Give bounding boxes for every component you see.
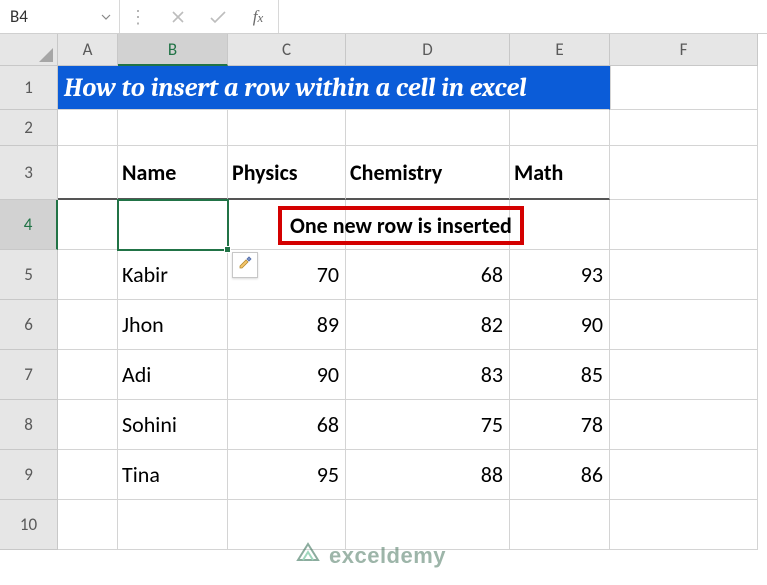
cell[interactable]: 85	[510, 350, 610, 400]
cell[interactable]	[610, 350, 758, 400]
cell[interactable]	[58, 250, 118, 300]
cell[interactable]: 90	[510, 300, 610, 350]
cell[interactable]	[58, 110, 118, 146]
cell[interactable]	[58, 146, 118, 200]
name-box-value: B4	[10, 6, 28, 27]
table-row: Jhon 89 82 90	[58, 300, 758, 350]
table-row: Sohini 68 75 78	[58, 400, 758, 450]
check-icon	[209, 9, 227, 25]
cell[interactable]: 93	[510, 250, 610, 300]
cell[interactable]	[510, 200, 610, 250]
cell[interactable]: Jhon	[118, 300, 228, 350]
cell[interactable]: 82	[346, 300, 510, 350]
formula-bar-grip: ⋮	[120, 0, 158, 33]
column-headers: A B C D E F	[58, 34, 758, 66]
paintbrush-icon	[237, 255, 253, 276]
insert-options-button[interactable]	[232, 252, 258, 278]
cell[interactable]	[610, 200, 758, 250]
cell[interactable]: 86	[510, 450, 610, 500]
cell[interactable]: 95	[228, 450, 346, 500]
cell[interactable]	[610, 300, 758, 350]
watermark: exceldemy	[295, 540, 446, 571]
cell[interactable]: 68	[228, 400, 346, 450]
cell[interactable]	[346, 110, 510, 146]
cell[interactable]	[610, 110, 758, 146]
row-header[interactable]: 9	[0, 450, 58, 500]
cell[interactable]	[610, 500, 758, 550]
row-header[interactable]: 5	[0, 250, 58, 300]
cell[interactable]	[58, 300, 118, 350]
cell[interactable]	[610, 146, 758, 200]
row-header[interactable]: 1	[0, 66, 58, 110]
cell[interactable]	[610, 66, 758, 110]
cell[interactable]: 75	[346, 400, 510, 450]
row-header[interactable]: 2	[0, 110, 58, 146]
cell[interactable]	[118, 500, 228, 550]
cancel-button	[158, 0, 198, 33]
cell[interactable]	[58, 350, 118, 400]
table-row: Kabir 70 68 93	[58, 250, 758, 300]
header-cell[interactable]: Math	[510, 146, 610, 200]
cell[interactable]	[58, 200, 118, 250]
cell[interactable]: Tina	[118, 450, 228, 500]
title-cell[interactable]: How to insert a row within a cell in exc…	[58, 66, 610, 110]
cell[interactable]	[610, 250, 758, 300]
cell[interactable]	[118, 200, 228, 250]
cell[interactable]: 68	[346, 250, 510, 300]
cell[interactable]	[610, 400, 758, 450]
cell[interactable]	[58, 500, 118, 550]
row-header[interactable]: 4	[0, 200, 58, 250]
chevron-down-icon[interactable]	[101, 12, 111, 22]
enter-button	[198, 0, 238, 33]
header-cell[interactable]: Name	[118, 146, 228, 200]
table-row: How to insert a row within a cell in exc…	[58, 66, 758, 110]
select-all-button[interactable]	[0, 34, 58, 66]
cell[interactable]	[58, 400, 118, 450]
insert-function-button[interactable]: fx	[238, 0, 278, 33]
cell[interactable]	[118, 110, 228, 146]
name-box[interactable]: B4	[0, 0, 120, 33]
cell[interactable]: Adi	[118, 350, 228, 400]
column-header[interactable]: E	[510, 34, 610, 66]
table-row: Adi 90 83 85	[58, 350, 758, 400]
row-header[interactable]: 10	[0, 500, 58, 550]
fx-icon: fx	[253, 7, 264, 27]
row-header[interactable]: 7	[0, 350, 58, 400]
cell[interactable]	[228, 110, 346, 146]
column-header[interactable]: F	[610, 34, 758, 66]
row-header[interactable]: 3	[0, 146, 58, 200]
cell[interactable]: 90	[228, 350, 346, 400]
cell[interactable]: Kabir	[118, 250, 228, 300]
cell[interactable]	[510, 110, 610, 146]
row-header[interactable]: 8	[0, 400, 58, 450]
column-header[interactable]: C	[228, 34, 346, 66]
column-header[interactable]: A	[58, 34, 118, 66]
table-row: Tina 95 88 86	[58, 450, 758, 500]
column-header[interactable]: D	[346, 34, 510, 66]
cell[interactable]	[510, 500, 610, 550]
cell[interactable]	[58, 450, 118, 500]
logo-icon	[295, 540, 321, 571]
cell[interactable]	[610, 450, 758, 500]
watermark-text: exceldemy	[329, 543, 446, 569]
row-header[interactable]: 6	[0, 300, 58, 350]
header-cell[interactable]: Physics	[228, 146, 346, 200]
cell[interactable]: Sohini	[118, 400, 228, 450]
cell[interactable]: 83	[346, 350, 510, 400]
table-row	[58, 110, 758, 146]
column-header[interactable]: B	[118, 34, 228, 66]
formula-bar: B4 ⋮ fx	[0, 0, 767, 34]
cell[interactable]: 89	[228, 300, 346, 350]
formula-input[interactable]	[278, 0, 767, 33]
x-icon	[170, 9, 186, 25]
annotation-callout: One new row is inserted	[278, 206, 524, 245]
cells: How to insert a row within a cell in exc…	[58, 66, 758, 550]
cell[interactable]: 88	[346, 450, 510, 500]
cell[interactable]: 78	[510, 400, 610, 450]
header-cell[interactable]: Chemistry	[346, 146, 510, 200]
row-headers: 1 2 3 4 5 6 7 8 9 10	[0, 66, 58, 550]
table-row: Name Physics Chemistry Math	[58, 146, 758, 200]
